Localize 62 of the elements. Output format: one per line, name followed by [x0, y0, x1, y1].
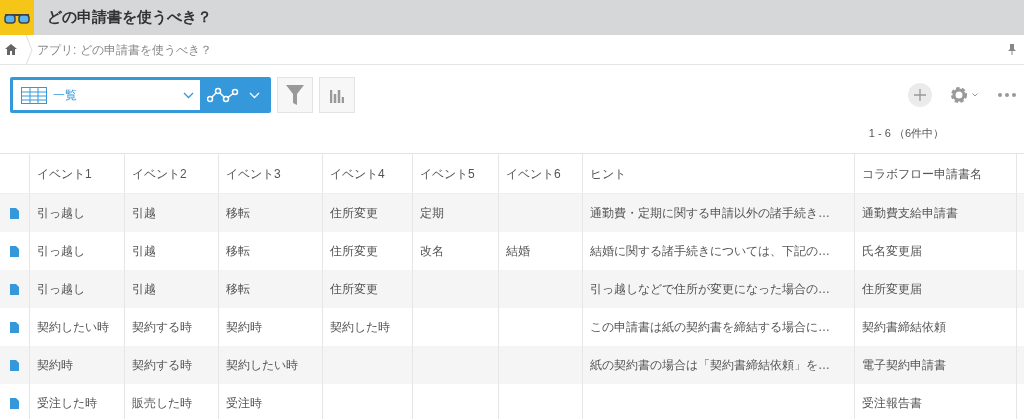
table-cell-text: 契約時	[37, 357, 73, 374]
table-cell-text: 引越	[132, 281, 156, 298]
table-cell-text: 移転	[226, 205, 250, 222]
settings-button[interactable]	[950, 86, 978, 104]
table-cell-text: 氏名変更届	[862, 243, 922, 260]
table-cell-text: 契約時	[226, 319, 262, 336]
table-cell-text: 移転	[226, 281, 250, 298]
table-cell-text: 契約した時	[330, 319, 390, 336]
app-title: どの申請書を使うべき？	[47, 7, 212, 28]
breadcrumb-link[interactable]: アプリ: どの申請書を使うべき？	[37, 40, 212, 59]
record-count: 1 - 6 （6件中）	[868, 125, 944, 141]
chevron-down-icon[interactable]	[249, 91, 260, 99]
table-cell-text: 引っ越し	[37, 243, 85, 260]
pin-icon[interactable]	[1008, 44, 1016, 55]
table-cell-text: 定期	[420, 205, 444, 222]
table-cell-text: 受注した時	[37, 395, 97, 412]
table-cell-text: 受注報告書	[862, 395, 922, 412]
plus-icon	[914, 89, 926, 101]
table-cell-text: 紙の契約書の場合は「契約書締結依頼」を…	[590, 357, 830, 374]
document-icon[interactable]	[10, 207, 19, 219]
document-icon[interactable]	[10, 359, 19, 371]
graph-icon[interactable]	[207, 87, 239, 103]
table-cell-text: 引越	[132, 243, 156, 260]
caret-icon	[972, 93, 978, 97]
table-cell-text: 契約したい時	[226, 357, 298, 374]
table-cell-text: 結婚	[506, 243, 530, 260]
table-cell-text: 契約する時	[132, 319, 192, 336]
table-cell-text: 引っ越し	[37, 205, 85, 222]
table-cell-text: 販売した時	[132, 395, 192, 412]
table-cell-text: この申請書は紙の契約書を締結する場合に…	[590, 319, 830, 336]
table-cell-text: 住所変更	[330, 281, 378, 298]
settings-icon	[950, 86, 968, 104]
table-cell-text: 引越	[132, 205, 156, 222]
table-cell-text: 引っ越しなどで住所が変更になった場合の…	[590, 281, 830, 298]
table-cell-text: 契約する時	[132, 357, 192, 374]
filter-button[interactable]	[277, 77, 313, 113]
chart-button[interactable]	[319, 77, 355, 113]
table-cell-text: 住所変更届	[862, 281, 922, 298]
funnel-icon	[286, 85, 304, 105]
bar-chart-icon	[330, 87, 344, 103]
view-name: 一覧	[53, 87, 77, 104]
table-cell-text: 契約したい時	[37, 319, 109, 336]
table-cell-text: 受注時	[226, 395, 262, 412]
table-cell-text: 住所変更	[330, 205, 378, 222]
add-button[interactable]	[908, 83, 932, 107]
glasses-icon	[0, 0, 34, 35]
document-icon[interactable]	[10, 283, 19, 295]
document-icon[interactable]	[10, 245, 19, 257]
table-cell-text: 移転	[226, 243, 250, 260]
table-cell-text: 通勤費支給申請書	[862, 205, 958, 222]
chevron-down-icon	[183, 91, 194, 99]
table-cell-text: 契約書締結依頼	[862, 319, 946, 336]
table-cell-text: 結婚に関する諸手続きについては、下記の…	[590, 243, 830, 260]
table-cell-text: 住所変更	[330, 243, 378, 260]
home-icon[interactable]	[5, 44, 17, 55]
document-icon[interactable]	[10, 397, 19, 409]
table-cell-text: 改名	[420, 243, 444, 260]
table-cell-text: 引っ越し	[37, 281, 85, 298]
table-cell-text: 通勤費・定期に関する申請以外の諸手続き…	[590, 205, 830, 222]
document-icon[interactable]	[10, 321, 19, 333]
table-icon	[21, 86, 47, 104]
table-cell-text: 電子契約申請書	[862, 357, 946, 374]
